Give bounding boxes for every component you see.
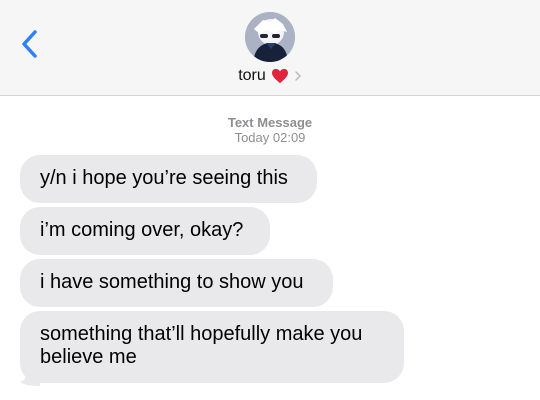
incoming-message-bubble[interactable]: i have something to show you xyxy=(20,259,333,307)
chevron-right-icon xyxy=(295,71,301,81)
thread-metadata: Text Message Today 02:09 xyxy=(0,115,540,145)
contact-avatar[interactable] xyxy=(245,12,295,62)
incoming-message-bubble[interactable]: y/n i hope you’re seeing this xyxy=(20,155,317,203)
contact-name[interactable]: toru xyxy=(238,67,266,85)
message-timestamp: Today 02:09 xyxy=(234,130,306,145)
avatar-image xyxy=(245,12,295,62)
incoming-message-bubble[interactable]: something that’ll hopefully make you bel… xyxy=(20,311,404,383)
message-tail-icon xyxy=(20,362,40,386)
back-chevron-icon[interactable] xyxy=(19,29,41,59)
conversation-header: toru xyxy=(0,0,540,96)
red-heart-icon xyxy=(271,68,288,84)
service-label: Text Message xyxy=(227,115,313,130)
incoming-message-bubble[interactable]: i’m coming over, okay? xyxy=(20,207,270,255)
contact-name-row[interactable]: toru xyxy=(0,65,540,87)
